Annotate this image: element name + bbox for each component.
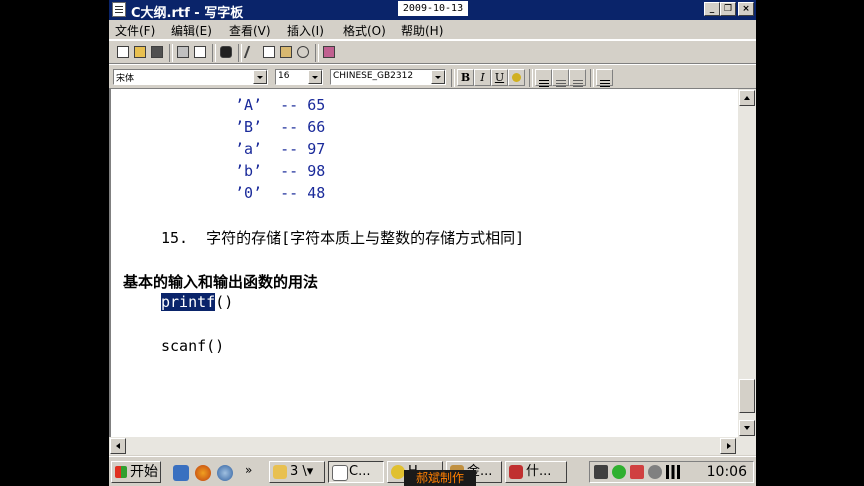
document-area[interactable]: ’A’ -- 65 ’B’ -- 66 ’a’ -- 97 ’b’ -- 98 …: [109, 89, 738, 437]
vertical-scrollbar[interactable]: [738, 89, 756, 437]
script-value: CHINESE_GB2312: [333, 71, 414, 81]
scroll-left-icon[interactable]: [110, 438, 126, 454]
print-icon[interactable]: [175, 44, 192, 61]
save-disk-icon[interactable]: [149, 44, 166, 61]
keyboard-icon[interactable]: [594, 465, 608, 479]
vertical-scroll-thumb[interactable]: [739, 379, 755, 413]
standard-toolbar: [109, 40, 756, 64]
font-size-select[interactable]: 16: [275, 69, 323, 85]
signal-icon[interactable]: [666, 465, 680, 479]
menu-edit[interactable]: 编辑(E): [171, 22, 212, 39]
format-toolbar: 宋体 16 CHINESE_GB2312 B I U: [109, 64, 756, 89]
close-icon: ×: [742, 4, 750, 14]
task-folder-group[interactable]: 3 \▾: [269, 461, 325, 483]
chevron-down-icon[interactable]: [308, 70, 322, 84]
font-name-select[interactable]: 宋体: [113, 69, 268, 85]
chevron-down-icon: \▾: [302, 464, 314, 479]
scanf-line: scanf(): [161, 337, 225, 355]
task-label: 什...: [526, 464, 552, 479]
copy-icon[interactable]: [261, 44, 278, 61]
menu-view[interactable]: 查看(V): [229, 22, 271, 39]
media-player-icon[interactable]: [217, 465, 233, 481]
show-desktop-icon[interactable]: [173, 465, 189, 481]
start-label: 开始: [130, 464, 158, 480]
watermark-label: 郝斌制作: [404, 470, 476, 486]
menu-insert[interactable]: 插入(I): [287, 22, 324, 39]
undo-icon[interactable]: [295, 44, 312, 61]
scroll-down-icon[interactable]: [739, 420, 755, 436]
align-center-icon[interactable]: [552, 69, 569, 86]
find-binoculars-icon[interactable]: [218, 44, 235, 61]
date-badge: 2009-10-13: [398, 1, 468, 16]
task-app-shen[interactable]: 什...: [505, 461, 567, 483]
open-folder-icon[interactable]: [132, 44, 149, 61]
task-wordpad[interactable]: C...: [328, 461, 384, 483]
close-button[interactable]: ×: [738, 2, 754, 16]
quicklaunch-more-icon[interactable]: »: [245, 463, 252, 477]
app-h-icon: [391, 465, 405, 479]
clock[interactable]: 10:06: [707, 464, 747, 480]
network-icon[interactable]: [612, 465, 626, 479]
app-shen-icon: [509, 465, 523, 479]
align-left-icon[interactable]: [535, 69, 552, 86]
wordpad-window: C大纲.rtf - 写字板 2009-10-13 _ ❐ × 文件(F) 编辑(…: [109, 0, 756, 486]
printf-line: printf(): [161, 293, 233, 311]
ascii-row: ’b’ -- 98: [235, 162, 326, 180]
selected-text[interactable]: printf: [161, 293, 216, 311]
taskbar: 开始 » 3 \▾ C... H... 金... 什...: [109, 456, 756, 486]
bullets-icon[interactable]: [596, 69, 613, 86]
ascii-row: ’A’ -- 65: [235, 96, 326, 114]
font-size-value: 16: [278, 71, 290, 81]
ascii-row: ’B’ -- 66: [235, 118, 326, 136]
start-button[interactable]: 开始: [111, 461, 161, 483]
firefox-icon[interactable]: [195, 465, 211, 481]
print-preview-icon[interactable]: [192, 44, 209, 61]
section-heading: 基本的输入和输出函数的用法: [123, 273, 319, 291]
italic-button[interactable]: I: [474, 69, 491, 86]
ascii-row: ’0’ -- 48: [235, 184, 326, 202]
menu-format[interactable]: 格式(O): [343, 22, 386, 39]
printf-parens: (): [215, 293, 234, 311]
chevron-down-icon[interactable]: [253, 70, 267, 84]
security-icon[interactable]: [630, 465, 644, 479]
wordpad-icon: [332, 465, 348, 481]
task-group-count: 3: [290, 464, 299, 479]
menu-help[interactable]: 帮助(H): [401, 22, 443, 39]
restore-button[interactable]: ❐: [720, 2, 736, 16]
chevron-down-icon[interactable]: [431, 70, 445, 84]
color-palette-icon[interactable]: [508, 69, 525, 86]
system-tray: 10:06: [589, 461, 754, 483]
new-doc-icon[interactable]: [115, 44, 132, 61]
menu-file[interactable]: 文件(F): [115, 22, 155, 39]
align-right-icon[interactable]: [569, 69, 586, 86]
minimize-icon: _: [709, 4, 715, 14]
scroll-up-icon[interactable]: [739, 90, 755, 106]
underline-button[interactable]: U: [491, 69, 508, 86]
title-bar[interactable]: C大纲.rtf - 写字板 2009-10-13 _ ❐ ×: [109, 0, 756, 21]
wordpad-doc-icon[interactable]: [112, 2, 126, 17]
script-select[interactable]: CHINESE_GB2312: [330, 69, 446, 85]
insert-datetime-icon[interactable]: [321, 44, 338, 61]
windows-flag-icon: [115, 466, 127, 478]
ascii-row: ’a’ -- 97: [235, 140, 326, 158]
list-item-15: 15. 字符的存储[字符本质上与整数的存储方式相同]: [161, 229, 525, 247]
bold-button[interactable]: B: [457, 69, 474, 86]
restore-icon: ❐: [723, 4, 733, 14]
font-name-value: 宋体: [116, 74, 135, 84]
minimize-button[interactable]: _: [704, 2, 720, 16]
folder-icon: [273, 465, 287, 479]
cut-scissors-icon[interactable]: [243, 44, 261, 61]
scroll-right-icon[interactable]: [720, 438, 736, 454]
paste-icon[interactable]: [278, 44, 295, 61]
horizontal-scrollbar[interactable]: [109, 437, 756, 455]
volume-icon[interactable]: [648, 465, 662, 479]
menu-bar: 文件(F) 编辑(E) 查看(V) 插入(I) 格式(O) 帮助(H): [109, 20, 756, 40]
task-label: C...: [349, 464, 371, 479]
window-title: C大纲.rtf - 写字板: [131, 6, 244, 21]
